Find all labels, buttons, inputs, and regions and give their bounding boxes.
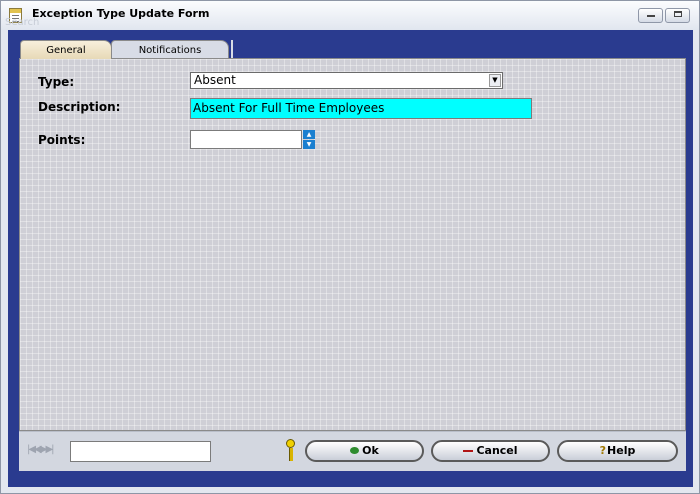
tab-strip-edge (231, 40, 233, 59)
title-bar[interactable]: Search Exception Type Update Form (1, 1, 699, 30)
help-label: Help (607, 444, 636, 457)
help-icon: ? (599, 444, 607, 457)
spin-up-icon[interactable]: ▲ (303, 130, 315, 139)
description-field[interactable]: Absent For Full Time Employees (190, 98, 532, 119)
help-button[interactable]: ?Help (557, 440, 678, 462)
cancel-label: Cancel (476, 444, 518, 457)
maximize-icon (673, 11, 682, 17)
cancel-icon (463, 450, 474, 452)
minimize-button[interactable] (638, 8, 663, 23)
ok-icon (350, 447, 360, 454)
cancel-button[interactable]: Cancel (431, 440, 550, 462)
key-ring (286, 439, 295, 448)
description-label: Description: (38, 100, 121, 114)
record-field[interactable] (70, 441, 211, 462)
points-stepper[interactable]: ▲ ▼ (303, 130, 315, 149)
spin-down-icon[interactable]: ▼ (303, 140, 315, 149)
minimize-icon (646, 15, 655, 17)
maximize-button[interactable] (665, 8, 690, 23)
type-label: Type: (38, 75, 75, 89)
window-title: Exception Type Update Form (32, 7, 210, 20)
record-navigator[interactable]: |◀◀▶▶| (27, 444, 54, 455)
type-select[interactable]: Absent ▼ (190, 72, 503, 89)
dropdown-arrow-icon[interactable]: ▼ (489, 74, 501, 87)
type-value: Absent (194, 73, 236, 87)
tab-general[interactable]: General (20, 40, 112, 59)
points-field[interactable] (190, 130, 302, 149)
ok-button[interactable]: Ok (305, 440, 424, 462)
tab-notifications[interactable]: Notifications (111, 40, 229, 59)
ok-label: Ok (362, 444, 379, 457)
key-stem (289, 448, 293, 461)
points-label: Points: (38, 133, 86, 147)
window: Search Exception Type Update Form Genera… (0, 0, 700, 494)
key-icon[interactable] (286, 439, 296, 463)
